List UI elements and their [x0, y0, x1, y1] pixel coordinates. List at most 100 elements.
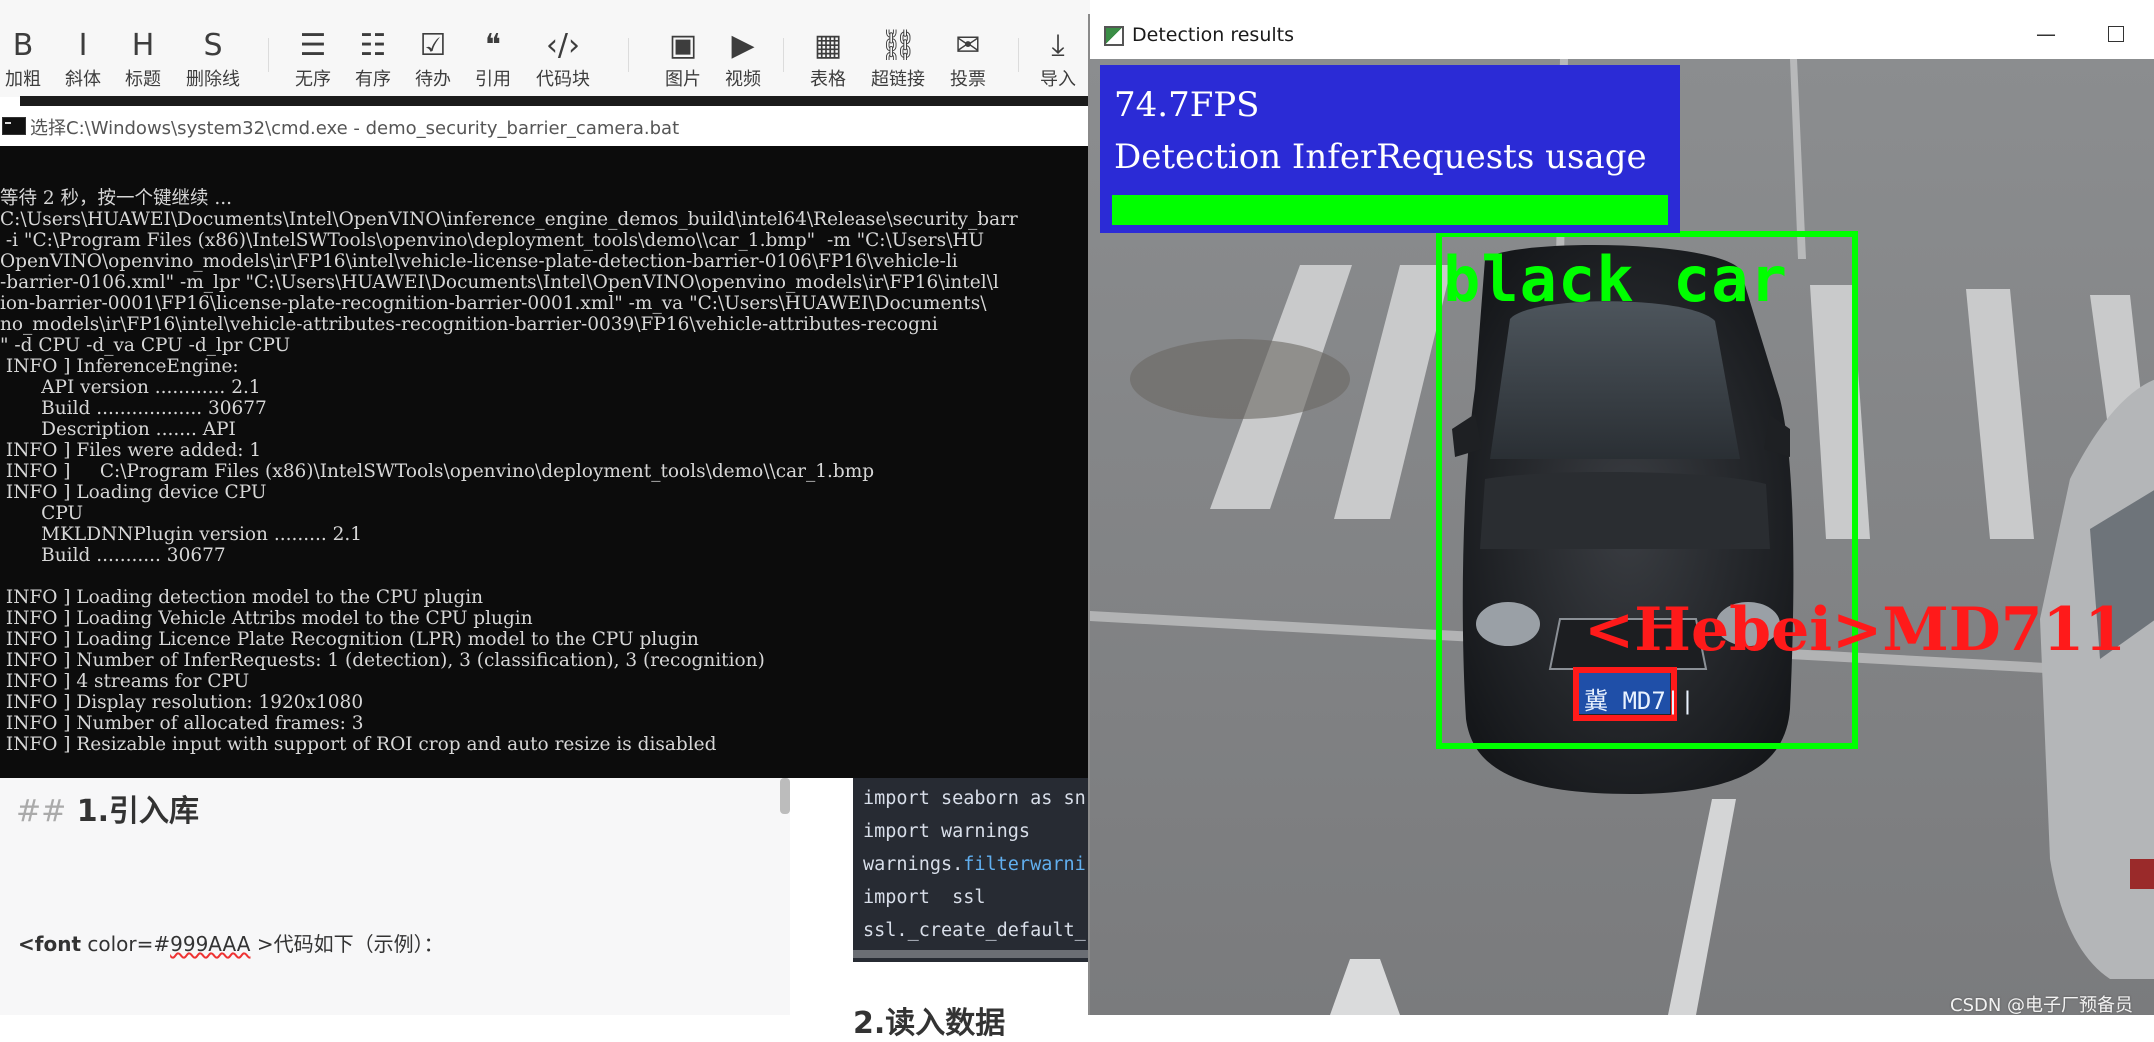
usage-bar-fill — [1112, 195, 1668, 225]
toolbar-button-13[interactable]: ✉ 投票 — [933, 26, 1003, 92]
editor-scrollbar[interactable] — [780, 778, 790, 814]
toolbar-label: 超链接 — [871, 69, 925, 90]
toolbar-button-7[interactable]: ❝ 引用 — [458, 26, 528, 92]
toolbar-label: 删除线 — [186, 69, 240, 90]
console-line: " -d CPU -d_va CPU -d_lpr CPU — [0, 335, 291, 356]
usage-label: Detection InferRequests usage — [1114, 137, 1647, 177]
pane-divider — [790, 778, 853, 1015]
font-tag-attr: color=# — [81, 932, 171, 956]
fps-readout: 74.7FPS — [1114, 85, 1260, 125]
font-tag-text: 代码如下（示例）： — [273, 932, 444, 956]
toolbar-icon: ❝ — [484, 28, 502, 63]
toolbar-label: 投票 — [950, 69, 986, 90]
toolbar-button-3[interactable]: S 删除线 — [178, 26, 248, 92]
toolbar-icon: H — [131, 28, 155, 63]
console-line: INFO ] Display resolution: 1920x1080 — [0, 692, 364, 713]
console-line: -i "C:\Program Files (x86)\IntelSWTools\… — [0, 230, 985, 251]
console-line: INFO ] Number of allocated frames: 3 — [0, 713, 364, 734]
cmd-window-title: 选择C:\Windows\system32\cmd.exe - demo_sec… — [30, 118, 680, 139]
code-function-token: filterwarni — [963, 854, 1086, 875]
console-line: no_models\ir\FP16\intel\vehicle-attribut… — [0, 314, 938, 335]
console-line: ion-barrier-0001\FP16\license-plate-reco… — [0, 293, 987, 314]
toolbar-button-11[interactable]: ▦ 表格 — [793, 26, 863, 92]
toolbar-separator — [268, 38, 269, 72]
console-line: Description ....... API — [0, 419, 236, 440]
console-line: INFO ] Loading Licence Plate Recognition… — [0, 629, 699, 650]
code-line: import warnings — [853, 815, 1090, 848]
vehicle-attribute-label: black car — [1443, 243, 1788, 316]
console-line: Build .................. 30677 — [0, 398, 267, 419]
toolbar-button-14[interactable]: ⤓ 导入 — [1023, 26, 1093, 92]
toolbar-label: 代码块 — [536, 69, 590, 90]
opencv-window-icon — [1104, 26, 1124, 46]
font-tag-attr-value: 999AAA — [170, 932, 251, 956]
heading-hash-marker: ## — [16, 794, 67, 829]
toolbar-button-8[interactable]: ‹/› 代码块 — [528, 26, 598, 92]
font-tag-close: > — [250, 932, 274, 956]
console-line: INFO ] C:\Program Files (x86)\IntelSWToo… — [0, 461, 875, 482]
toolbar-label: 表格 — [810, 69, 846, 90]
preview-code-block: import seaborn as sn import warnings warni… — [853, 778, 1090, 962]
code-token: ssl. — [863, 920, 908, 941]
detection-results-window[interactable]: Detection results — 74.7FPS Detection In… — [1088, 14, 2154, 1015]
road-scene — [1090, 59, 2154, 1015]
code-token: seaborn as sn — [929, 788, 1086, 809]
console-line: API version ............ 2.1 — [0, 377, 261, 398]
console-line: INFO ] Loading device CPU — [0, 482, 267, 503]
code-token: warnings — [929, 821, 1031, 842]
console-line: INFO ] InferenceEngine: — [0, 356, 239, 377]
csdn-watermark: CSDN @电子厂预备员 — [1950, 995, 2134, 1015]
code-token: import — [863, 788, 930, 809]
toolbar-button-2[interactable]: H 标题 — [108, 26, 178, 92]
code-block-scrollbar[interactable] — [853, 950, 1090, 958]
editor-heading: ## 1.引入库 — [16, 786, 199, 830]
console-line: INFO ] Loading detection model to the CP… — [0, 587, 484, 608]
camera-frame: 74.7FPS Detection InferRequests usage bl… — [1090, 59, 2154, 1015]
code-line: import ssl — [853, 881, 1090, 914]
toolbar-shadow-strip — [20, 96, 1090, 106]
plate-recognition-label: <Hebei>MD711 — [1584, 595, 2127, 665]
toolbar-icon: ⤓ — [1051, 28, 1065, 63]
code-token: warnings. — [863, 854, 964, 875]
toolbar-button-10[interactable]: ▶ 视频 — [708, 26, 778, 92]
console-line: INFO ] Loading Vehicle Attribs model to … — [0, 608, 533, 629]
console-line: MKLDNNPlugin version ......... 2.1 — [0, 524, 363, 545]
console-output: 等待 2 秒，按一个键继续 ... C:\Users\HUAWEI\Documen… — [0, 188, 1018, 755]
cmd-title-bar[interactable]: 选择C:\Windows\system32\cmd.exe - demo_sec… — [0, 106, 1090, 146]
detection-title-bar[interactable]: Detection results — — [1090, 14, 2154, 59]
font-tag-line: <font color=#999AAA >代码如下（示例）： — [18, 928, 444, 957]
toolbar-separator — [628, 38, 629, 72]
console-line: -barrier-0106.xml" -m_lpr "C:\Users\HUAW… — [0, 272, 999, 293]
code-token: import — [863, 821, 930, 842]
cmd-icon — [2, 117, 26, 135]
license-plate-text: 冀 MD7|| — [1584, 687, 1695, 715]
toolbar-icon: S — [203, 28, 223, 63]
toolbar-label: 视频 — [725, 69, 761, 90]
toolbar-icon: ▦ — [813, 28, 843, 63]
code-line: ssl._create_default_ — [853, 914, 1090, 947]
toolbar-icon: ▶ — [731, 28, 755, 63]
console-line: C:\Users\HUAWEI\Documents\Intel\OpenVINO… — [0, 209, 1018, 230]
cmd-console[interactable]: 等待 2 秒，按一个键继续 ... C:\Users\HUAWEI\Documen… — [0, 146, 1090, 778]
toolbar-label: 标题 — [125, 69, 161, 90]
toolbar-button-12[interactable]: ⛓ 超链接 — [863, 26, 933, 92]
editor-toolbar: B 加粗 I 斜体 H 标题 S 删除线 ☰ 无序 ☷ 有序 ☑ 待办 ❝ 引用 ‹/› 代码块 ▣ 图片 ▶ 视频 ▦ 表格… — [0, 0, 1090, 97]
console-line: Build ........... 30677 — [0, 545, 226, 566]
toolbar-separator — [783, 38, 784, 72]
code-line: import seaborn as sn — [853, 782, 1090, 815]
console-line: INFO ] Number of InferRequests: 1 (detec… — [0, 650, 765, 671]
heading-text: 1.引入库 — [76, 794, 200, 829]
code-token: import — [863, 887, 930, 908]
detection-window-title: Detection results — [1132, 24, 1294, 46]
toolbar-icon: ⛓ — [878, 28, 918, 63]
toolbar-label: 导入 — [1040, 69, 1076, 90]
toolbar-icon: ✉ — [955, 28, 981, 63]
maximize-button[interactable] — [2108, 26, 2124, 42]
preview-heading: 2.读入数据 — [853, 1006, 1006, 1041]
minimize-button[interactable]: — — [2036, 22, 2056, 46]
toolbar-separator — [1018, 38, 1019, 72]
code-token: ssl — [929, 887, 986, 908]
console-line: INFO ] Resizable input with support of R… — [0, 734, 717, 755]
console-line: CPU — [0, 503, 84, 524]
